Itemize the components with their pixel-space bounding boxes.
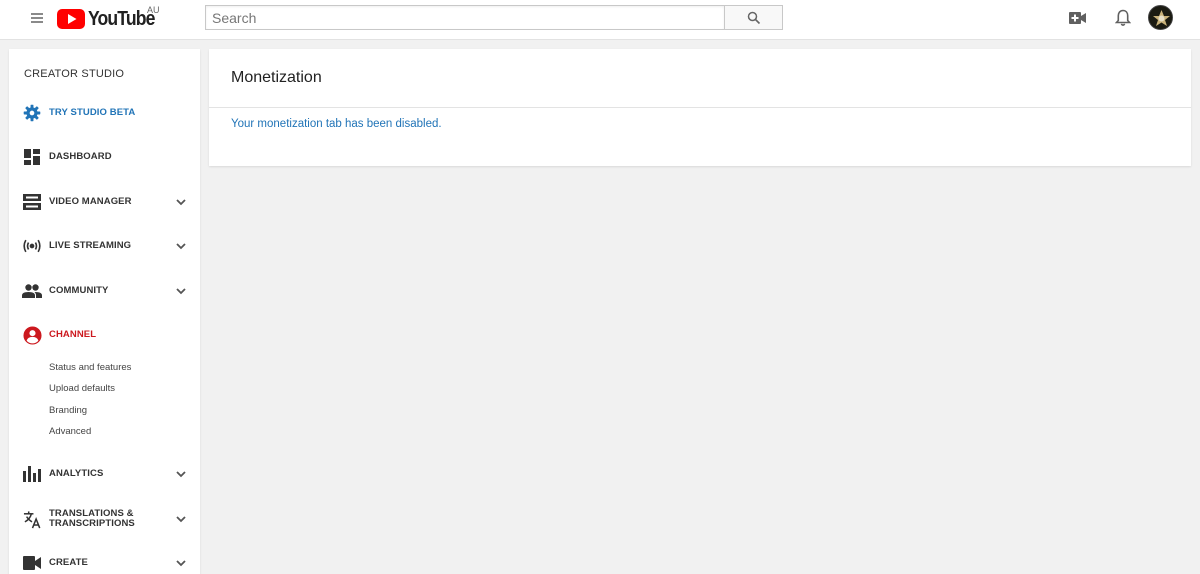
avatar[interactable] bbox=[1148, 5, 1173, 30]
notifications-button[interactable] bbox=[1111, 6, 1135, 30]
sidebar-item-label-line2: TRANSCRIPTIONS bbox=[49, 518, 135, 529]
subitem-upload-defaults[interactable]: Upload defaults bbox=[49, 383, 115, 394]
sidebar-item-translations[interactable]: TRANSLATIONS & TRANSCRIPTIONS bbox=[9, 501, 200, 537]
subitem-status-and-features[interactable]: Status and features bbox=[49, 362, 131, 373]
search-button[interactable] bbox=[724, 5, 783, 30]
dashboard-icon bbox=[22, 147, 42, 167]
sidebar-item-label: ANALYTICS bbox=[49, 468, 104, 479]
sidebar-item-community[interactable]: COMMUNITY bbox=[9, 273, 200, 309]
bell-icon bbox=[1115, 9, 1131, 26]
chevron-down-icon[interactable] bbox=[174, 195, 188, 209]
video-add-icon bbox=[1069, 12, 1086, 24]
top-bar: YouTube AU bbox=[0, 0, 1200, 40]
search-icon bbox=[747, 11, 760, 24]
logo-text: YouTube bbox=[88, 7, 155, 30]
live-streaming-icon bbox=[22, 236, 42, 256]
youtube-play-icon bbox=[57, 9, 85, 29]
chevron-down-icon[interactable] bbox=[174, 467, 188, 481]
divider bbox=[209, 107, 1191, 108]
sidebar-item-label: CREATE bbox=[49, 557, 88, 568]
chevron-down-icon[interactable] bbox=[174, 239, 188, 253]
sidebar-item-live-streaming[interactable]: LIVE STREAMING bbox=[9, 228, 200, 264]
sidebar-item-label: VIDEO MANAGER bbox=[49, 196, 132, 207]
create-video-button[interactable] bbox=[1066, 6, 1090, 30]
sidebar-item-label: CHANNEL bbox=[49, 329, 97, 340]
sidebar-item-label: DASHBOARD bbox=[49, 151, 112, 162]
search-bar bbox=[205, 5, 783, 30]
sidebar-item-analytics[interactable]: ANALYTICS bbox=[9, 456, 200, 492]
analytics-icon bbox=[22, 464, 42, 484]
videocam-icon bbox=[22, 553, 42, 573]
gear-icon bbox=[22, 103, 42, 123]
community-icon bbox=[22, 281, 42, 301]
sidebar-item-channel[interactable]: CHANNEL bbox=[9, 317, 200, 353]
sidebar-item-label: TRY STUDIO BETA bbox=[49, 107, 136, 118]
translate-icon bbox=[22, 509, 42, 529]
avatar-image-icon bbox=[1149, 6, 1172, 29]
region-label: AU bbox=[147, 5, 160, 15]
menu-icon[interactable] bbox=[28, 11, 46, 27]
chevron-down-icon[interactable] bbox=[174, 284, 188, 298]
subitem-advanced[interactable]: Advanced bbox=[49, 426, 91, 437]
video-manager-icon bbox=[22, 192, 42, 212]
subitem-branding[interactable]: Branding bbox=[49, 405, 87, 416]
chevron-down-icon[interactable] bbox=[174, 556, 188, 570]
sidebar-item-label: COMMUNITY bbox=[49, 285, 109, 296]
sidebar-title: CREATOR STUDIO bbox=[24, 68, 125, 80]
sidebar-item-label: LIVE STREAMING bbox=[49, 240, 132, 251]
sidebar-item-video-manager[interactable]: VIDEO MANAGER bbox=[9, 184, 200, 220]
chevron-down-icon[interactable] bbox=[174, 512, 188, 526]
account-circle-icon bbox=[22, 325, 42, 345]
sidebar-item-try-studio-beta[interactable]: TRY STUDIO BETA bbox=[9, 95, 200, 131]
monetization-card: Monetization Your monetization tab has b… bbox=[209, 49, 1191, 166]
page-title: Monetization bbox=[231, 69, 322, 86]
monetization-disabled-message: Your monetization tab has been disabled. bbox=[231, 118, 442, 130]
sidebar-item-dashboard[interactable]: DASHBOARD bbox=[9, 139, 200, 175]
sidebar-item-create[interactable]: CREATE bbox=[9, 545, 200, 574]
search-input[interactable] bbox=[205, 5, 724, 30]
sidebar: CREATOR STUDIO TRY STUDIO BETA DASHBOARD… bbox=[9, 49, 200, 574]
